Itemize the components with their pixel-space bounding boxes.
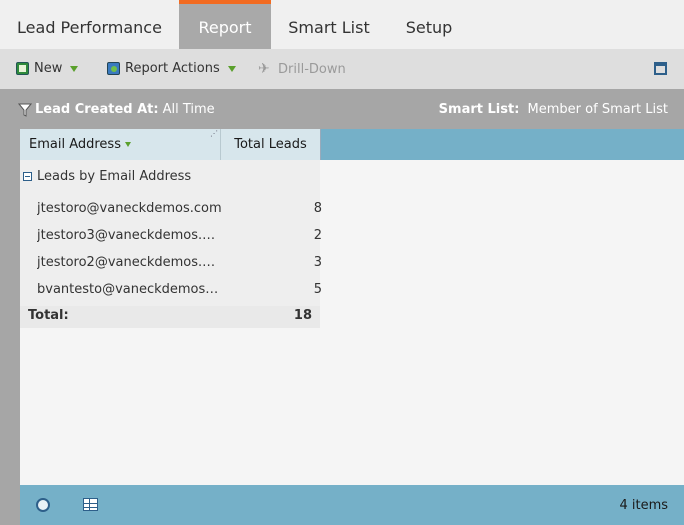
drill-down-icon: ✈ bbox=[258, 61, 270, 77]
drill-down-button[interactable]: ✈ Drill-Down bbox=[258, 61, 346, 77]
grid-header: Email Address ⋰ Total Leads bbox=[20, 129, 684, 160]
export-grid-icon[interactable] bbox=[83, 498, 98, 511]
tab-smart-list[interactable]: Smart List bbox=[271, 0, 387, 49]
cell-total-leads: 3 bbox=[313, 255, 322, 270]
table-row[interactable]: jtestoro3@vaneckdemos.com 2 bbox=[20, 222, 322, 249]
grid-footer: 4 items bbox=[20, 485, 684, 525]
toolbar: New Report Actions ✈ Drill-Down bbox=[0, 49, 684, 89]
total-row: Total: 18 bbox=[20, 306, 320, 328]
new-button[interactable]: New bbox=[16, 61, 79, 76]
cell-email: jtestoro2@vaneckdemos.com bbox=[37, 255, 222, 270]
dropdown-caret-icon bbox=[227, 65, 236, 72]
report-actions-label: Report Actions bbox=[125, 61, 220, 76]
funnel-icon bbox=[18, 103, 32, 117]
total-label: Total: bbox=[28, 308, 69, 323]
collapse-icon[interactable] bbox=[23, 172, 32, 181]
items-count: 4 items bbox=[619, 498, 668, 513]
smart-list-value: Member of Smart List bbox=[527, 102, 668, 117]
table-row[interactable]: bvantesto@vaneckdemos.com 5 bbox=[20, 276, 322, 303]
top-tab-bar: Lead Performance Report Smart List Setup bbox=[0, 0, 684, 49]
cell-total-leads: 2 bbox=[313, 228, 322, 243]
smart-list-label: Smart List: bbox=[438, 102, 520, 117]
drill-down-label: Drill-Down bbox=[278, 61, 346, 77]
group-label: Leads by Email Address bbox=[37, 169, 192, 184]
cell-email: jtestoro@vaneckdemos.com bbox=[37, 201, 222, 216]
column-header-email[interactable]: Email Address ⋰ bbox=[20, 129, 221, 160]
window-toggle-icon[interactable] bbox=[654, 62, 667, 75]
new-icon bbox=[16, 62, 29, 75]
report-actions-button[interactable]: Report Actions bbox=[107, 61, 236, 76]
lead-created-label: Lead Created At: bbox=[35, 102, 159, 117]
dropdown-caret-icon bbox=[70, 65, 79, 72]
table-row[interactable]: jtestoro2@vaneckdemos.com 3 bbox=[20, 249, 322, 276]
cell-email: jtestoro3@vaneckdemos.com bbox=[37, 228, 222, 243]
column-header-email-label: Email Address bbox=[29, 137, 121, 152]
column-header-total-label: Total Leads bbox=[234, 137, 307, 152]
table-row[interactable]: jtestoro@vaneckdemos.com 8 bbox=[20, 195, 322, 222]
smart-list-filter[interactable]: Smart List: Member of Smart List bbox=[439, 102, 668, 117]
lead-created-filter[interactable]: Lead Created At: All Time bbox=[18, 102, 215, 117]
group-header[interactable]: Leads by Email Address bbox=[23, 169, 191, 184]
cell-total-leads: 5 bbox=[313, 282, 322, 297]
lead-created-value: All Time bbox=[162, 102, 215, 117]
filter-bar: Lead Created At: All Time Smart List: Me… bbox=[0, 89, 684, 129]
column-resize-icon[interactable]: ⋰ bbox=[210, 130, 218, 138]
report-grid: Email Address ⋰ Total Leads Leads by Ema… bbox=[20, 129, 684, 485]
total-value: 18 bbox=[293, 308, 312, 323]
new-label: New bbox=[34, 61, 63, 76]
tab-report[interactable]: Report bbox=[179, 0, 271, 49]
refresh-icon[interactable] bbox=[36, 498, 50, 512]
tab-setup[interactable]: Setup bbox=[387, 0, 471, 49]
cell-total-leads: 8 bbox=[313, 201, 322, 216]
tab-lead-performance[interactable]: Lead Performance bbox=[0, 0, 179, 49]
column-header-total-leads[interactable]: Total Leads bbox=[221, 129, 321, 160]
report-icon bbox=[107, 62, 120, 75]
cell-email: bvantesto@vaneckdemos.com bbox=[37, 282, 222, 297]
sort-caret-icon[interactable] bbox=[124, 142, 131, 147]
